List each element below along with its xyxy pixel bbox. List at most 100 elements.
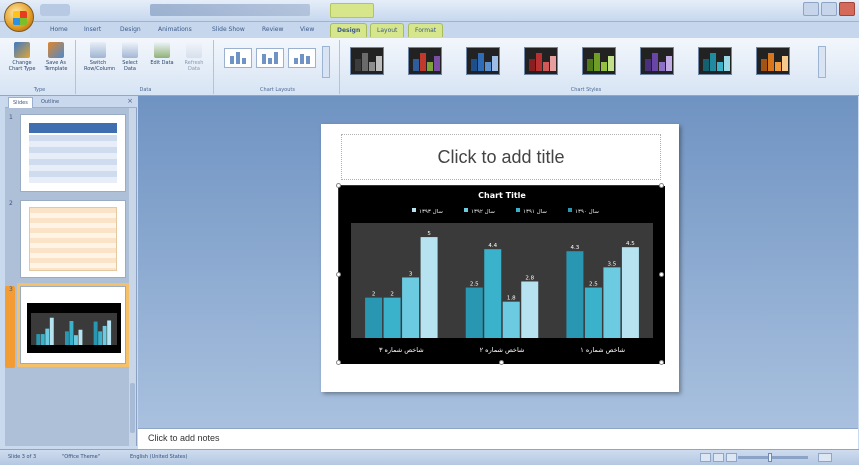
tab-chart-layout[interactable]: Layout bbox=[370, 23, 405, 37]
thumb-bar bbox=[98, 331, 103, 345]
style-swatch-bar bbox=[434, 56, 440, 71]
switch-row-column-button[interactable]: Switch Row/Column bbox=[84, 42, 115, 72]
theme-name: "Office Theme" bbox=[62, 454, 101, 460]
select-data-button[interactable]: Select Data bbox=[116, 42, 144, 72]
chart-layouts-group-label: Chart Layouts bbox=[260, 87, 295, 93]
tab-chart-format[interactable]: Format bbox=[408, 23, 444, 37]
close-button[interactable] bbox=[839, 2, 855, 16]
language[interactable]: English (United States) bbox=[130, 454, 187, 460]
chart-style-5[interactable] bbox=[582, 47, 616, 75]
data-label: 2.8 bbox=[525, 275, 534, 281]
save-as-template-button[interactable]: Save As Template bbox=[42, 42, 70, 72]
style-swatch-bar bbox=[420, 53, 426, 71]
tab-animations[interactable]: Animations bbox=[152, 23, 198, 37]
edit-data-button[interactable]: Edit Data bbox=[148, 42, 176, 66]
legend-label: سال ۱۳۹۲ bbox=[471, 209, 495, 215]
tab-design-slide[interactable]: Design bbox=[114, 23, 147, 37]
tab-slides[interactable]: Slides bbox=[8, 97, 33, 108]
thumb-bar bbox=[49, 317, 54, 345]
slide-number-1: 1 bbox=[9, 114, 13, 121]
tab-chart-design[interactable]: Design bbox=[330, 23, 368, 37]
style-swatch-bar bbox=[717, 62, 723, 71]
style-swatch-bar bbox=[550, 56, 556, 71]
scroll-thumb[interactable] bbox=[130, 383, 135, 433]
bar bbox=[365, 297, 383, 338]
close-pane-icon[interactable]: × bbox=[127, 97, 133, 105]
fit-slide-button[interactable] bbox=[818, 453, 832, 462]
thumb-bar bbox=[78, 329, 83, 345]
slide-info: Slide 3 of 3 bbox=[8, 454, 37, 460]
legend-swatch bbox=[464, 208, 468, 212]
style-swatch-bar bbox=[413, 59, 419, 71]
resize-handle-tl[interactable] bbox=[336, 183, 341, 188]
tab-review[interactable]: Review bbox=[256, 23, 289, 37]
zoom-slider[interactable] bbox=[738, 453, 808, 462]
change-chart-type-button[interactable]: Change Chart Type bbox=[8, 42, 36, 72]
resize-handle-bl[interactable] bbox=[336, 360, 341, 365]
chart[interactable]: Chart Title سال ۱۳۹۰ سال ۱۳۹۱ سال ۱۳۹۲ سال ۱… bbox=[338, 185, 665, 364]
chart-style-2[interactable] bbox=[408, 47, 442, 75]
bar bbox=[566, 251, 584, 338]
maximize-button[interactable] bbox=[821, 2, 837, 16]
style-swatch-bar bbox=[710, 53, 716, 71]
style-swatch-bar bbox=[768, 53, 774, 71]
slide-thumbnail-3[interactable] bbox=[20, 286, 126, 364]
style-swatch-bar bbox=[376, 56, 382, 71]
resize-handle-tr[interactable] bbox=[659, 183, 664, 188]
style-swatch-bar bbox=[659, 62, 665, 71]
tab-view[interactable]: View bbox=[294, 23, 320, 37]
normal-view-button[interactable] bbox=[700, 453, 711, 462]
window-title bbox=[150, 4, 310, 16]
data-label: 2.5 bbox=[589, 282, 598, 288]
style-swatch-bar bbox=[362, 53, 368, 71]
slideshow-view-button[interactable] bbox=[726, 453, 737, 462]
switch-icon bbox=[90, 42, 106, 58]
refresh-data-button[interactable]: Refresh Data bbox=[180, 42, 208, 72]
chart-style-8[interactable] bbox=[756, 47, 790, 75]
tab-insert[interactable]: Insert bbox=[78, 23, 107, 37]
chart-style-6[interactable] bbox=[640, 47, 674, 75]
thumb-bar bbox=[93, 321, 98, 345]
select-data-label: Select Data bbox=[122, 60, 138, 72]
styles-gallery-scroll[interactable] bbox=[818, 46, 826, 78]
data-group-label: Data bbox=[139, 87, 152, 93]
resize-handle-b[interactable] bbox=[499, 360, 504, 365]
chart-style-1[interactable] bbox=[350, 47, 384, 75]
tab-outline[interactable]: Outline bbox=[37, 97, 63, 108]
save-as-template-label: Save As Template bbox=[44, 60, 68, 72]
minimize-button[interactable] bbox=[803, 2, 819, 16]
legend-label: سال ۱۳۹۰ bbox=[575, 209, 599, 215]
legend-swatch bbox=[412, 208, 416, 212]
title-bar bbox=[0, 0, 859, 22]
title-placeholder[interactable]: Click to add title bbox=[341, 134, 661, 180]
slide-sorter-button[interactable] bbox=[713, 453, 724, 462]
notes-pane[interactable]: Click to add notes bbox=[138, 428, 858, 449]
zoom-slider-thumb[interactable] bbox=[768, 453, 772, 462]
pane-tabs: Slides Outline × bbox=[5, 96, 137, 108]
layouts-gallery-scroll[interactable] bbox=[322, 46, 330, 78]
quick-access-toolbar[interactable] bbox=[40, 4, 70, 16]
chart-layout-2[interactable] bbox=[256, 48, 284, 68]
tab-slide-show[interactable]: Slide Show bbox=[206, 23, 251, 37]
data-label: 4.4 bbox=[488, 243, 497, 249]
chart-style-3[interactable] bbox=[466, 47, 500, 75]
tab-home[interactable]: Home bbox=[44, 23, 74, 37]
window-controls bbox=[803, 2, 855, 16]
resize-handle-br[interactable] bbox=[659, 360, 664, 365]
resize-handle-r[interactable] bbox=[659, 272, 664, 277]
slide-thumbnail-2[interactable] bbox=[20, 200, 126, 278]
style-swatch-bar bbox=[427, 62, 433, 71]
chart-layout-3[interactable] bbox=[288, 48, 316, 68]
style-swatch-bar bbox=[761, 59, 767, 71]
chart-style-4[interactable] bbox=[524, 47, 558, 75]
slides-pane-scrollbar[interactable] bbox=[129, 108, 136, 446]
style-swatch-bar bbox=[666, 56, 672, 71]
style-swatch-bar bbox=[724, 56, 730, 71]
resize-handle-l[interactable] bbox=[336, 272, 341, 277]
chart-style-7[interactable] bbox=[698, 47, 732, 75]
slide-thumbnail-1[interactable] bbox=[20, 114, 126, 192]
office-button[interactable] bbox=[4, 2, 34, 32]
style-swatch-bar bbox=[782, 56, 788, 71]
chart-layout-1[interactable] bbox=[224, 48, 252, 68]
bar bbox=[502, 301, 520, 338]
